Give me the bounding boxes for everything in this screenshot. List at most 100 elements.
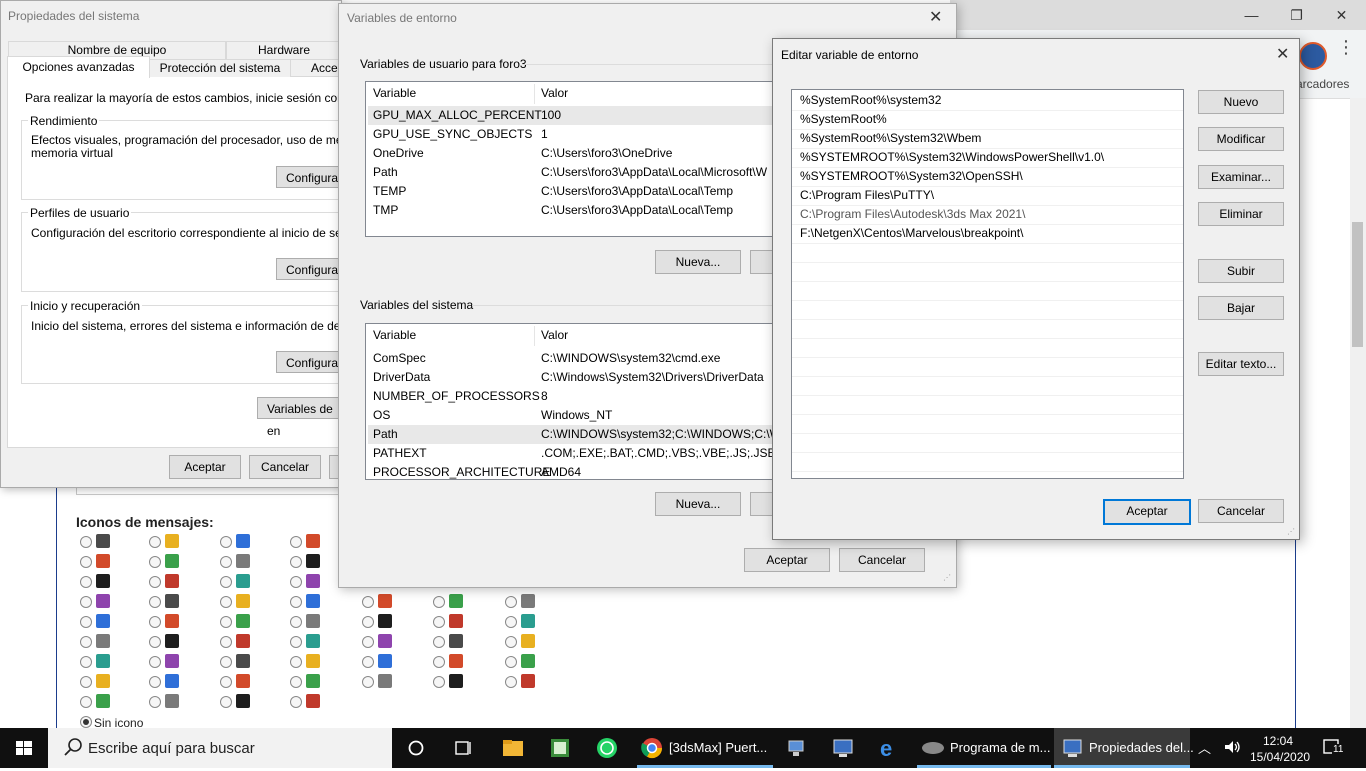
message-icon-radio[interactable] [290, 596, 302, 608]
column-separator[interactable] [534, 326, 535, 346]
message-icon-radio[interactable] [505, 676, 517, 688]
column-header-variable[interactable]: Variable [373, 82, 416, 104]
message-icon-radio[interactable] [149, 676, 161, 688]
user-vars-list[interactable]: Variable Valor GPU_MAX_ALLOC_PERCENT 100 G… [365, 81, 773, 237]
column-separator[interactable] [534, 84, 535, 104]
user-edit-button[interactable] [750, 250, 773, 274]
message-icon-radio[interactable] [433, 636, 445, 648]
message-icon-radio[interactable] [362, 616, 374, 628]
path-entry-row[interactable] [792, 452, 1183, 472]
minimize-icon[interactable]: — [1229, 0, 1274, 30]
message-icon-radio[interactable] [220, 616, 232, 628]
message-icon-radio[interactable] [290, 636, 302, 648]
path-entry-row[interactable]: %SYSTEMROOT%\System32\OpenSSH\ [792, 167, 1183, 187]
move-down-button[interactable]: Bajar [1198, 296, 1284, 320]
tab-hardware[interactable]: Hardware [226, 41, 342, 59]
variable-name-cell[interactable]: OneDrive [373, 144, 424, 163]
message-icon-radio[interactable] [80, 536, 92, 548]
path-entries-list[interactable]: %SystemRoot%\system32 %SystemRoot% %System… [791, 89, 1184, 479]
close-icon[interactable]: ✕ [929, 7, 942, 27]
column-header-value[interactable]: Valor [541, 324, 568, 346]
message-icon-radio[interactable] [220, 656, 232, 668]
taskbar-file-explorer[interactable] [498, 728, 528, 768]
system-cancel-button[interactable]: Cancelar [249, 455, 321, 479]
variable-value-cell[interactable]: 1 [541, 125, 548, 144]
env-cancel-button[interactable]: Cancelar [839, 548, 925, 572]
path-entry-row[interactable] [792, 357, 1183, 377]
tab-advanced-options[interactable]: Opciones avanzadas [7, 56, 150, 78]
edit-text-button[interactable]: Editar texto... [1198, 352, 1284, 376]
notifications-button[interactable]: 11 [1322, 738, 1346, 758]
restore-icon[interactable]: ❐ [1274, 0, 1319, 30]
message-icon-radio[interactable] [149, 636, 161, 648]
message-icon-radio[interactable] [290, 676, 302, 688]
variable-value-cell[interactable]: .COM;.EXE;.BAT;.CMD;.VBS;.VBE;.JS;.JSE;.… [541, 444, 773, 463]
new-path-button[interactable]: Nuevo [1198, 90, 1284, 114]
message-icon-radio[interactable] [220, 556, 232, 568]
variable-value-cell[interactable]: C:\Windows\System32\Drivers\DriverData [541, 368, 764, 387]
path-entry-row[interactable] [792, 319, 1183, 339]
variable-value-cell[interactable]: C:\Users\foro3\AppData\Local\Temp [541, 182, 733, 201]
taskbar-clock[interactable]: 12:04 15/04/2020 [1250, 733, 1310, 765]
tab-remote-access[interactable]: Acces [290, 59, 344, 76]
message-icon-radio[interactable] [290, 696, 302, 708]
radio-no-icon[interactable] [80, 716, 92, 728]
message-icon-radio[interactable] [80, 676, 92, 688]
variable-name-cell[interactable]: Path [373, 163, 398, 182]
variable-name-cell[interactable]: DriverData [373, 368, 430, 387]
variable-value-cell[interactable]: 100 [541, 106, 561, 125]
volume-icon[interactable] [1222, 737, 1242, 757]
profile-avatar[interactable] [1299, 42, 1327, 70]
variable-value-cell[interactable]: 8 [541, 387, 548, 406]
path-entry-row[interactable] [792, 281, 1183, 301]
variable-name-cell[interactable]: TMP [373, 201, 398, 220]
variable-name-cell[interactable]: TEMP [373, 182, 406, 201]
taskbar-network-app[interactable] [781, 728, 811, 768]
resize-grip-icon[interactable]: ⋰ [1287, 527, 1297, 537]
resize-grip-icon[interactable]: ⋰ [943, 573, 953, 583]
system-ok-button[interactable]: Aceptar [169, 455, 241, 479]
page-scrollbar[interactable] [1350, 98, 1366, 728]
edit-cancel-button[interactable]: Cancelar [1198, 499, 1284, 523]
variable-value-cell[interactable]: C:\Users\foro3\OneDrive [541, 144, 672, 163]
message-icon-radio[interactable] [220, 596, 232, 608]
task-view-button[interactable] [447, 728, 479, 768]
variable-name-cell[interactable]: PROCESSOR_ARCHITECTURE [373, 463, 550, 479]
path-entry-row[interactable] [792, 414, 1183, 434]
message-icon-radio[interactable] [505, 616, 517, 628]
message-icon-radio[interactable] [290, 536, 302, 548]
message-icon-radio[interactable] [362, 676, 374, 688]
taskbar-whatsapp[interactable] [592, 728, 622, 768]
path-entry-row[interactable]: %SystemRoot%\System32\Wbem [792, 129, 1183, 149]
message-icon-radio[interactable] [505, 636, 517, 648]
message-icon-radio[interactable] [362, 596, 374, 608]
message-icon-radio[interactable] [290, 576, 302, 588]
tab-system-protection[interactable]: Protección del sistema [149, 59, 291, 77]
browse-path-button[interactable]: Examinar... [1198, 165, 1284, 189]
message-icon-radio[interactable] [220, 696, 232, 708]
system-new-button[interactable]: Nueva... [655, 492, 741, 516]
user-new-button[interactable]: Nueva... [655, 250, 741, 274]
system-edit-button[interactable] [750, 492, 773, 516]
variable-value-cell[interactable]: C:\WINDOWS\system32\cmd.exe [541, 349, 720, 368]
edit-ok-button[interactable]: Aceptar [1103, 499, 1191, 525]
cortana-button[interactable] [400, 728, 432, 768]
message-icon-radio[interactable] [433, 616, 445, 628]
variable-name-cell[interactable]: GPU_MAX_ALLOC_PERCENT [373, 106, 542, 125]
message-icon-radio[interactable] [80, 576, 92, 588]
message-icon-radio[interactable] [220, 676, 232, 688]
performance-settings-button[interactable]: Configuraci [276, 166, 347, 188]
variable-name-cell[interactable]: Path [373, 425, 398, 444]
variable-value-cell[interactable]: AMD64 [541, 463, 581, 479]
message-icon-radio[interactable] [290, 616, 302, 628]
message-icon-radio[interactable] [433, 596, 445, 608]
message-icon-radio[interactable] [80, 616, 92, 628]
path-entry-row[interactable]: %SYSTEMROOT%\System32\WindowsPowerShell\… [792, 148, 1183, 168]
delete-path-button[interactable]: Eliminar [1198, 202, 1284, 226]
variable-value-cell[interactable]: C:\Users\foro3\AppData\Local\Temp [541, 201, 733, 220]
taskbar-edge[interactable]: e [873, 728, 903, 768]
path-entry-row[interactable] [792, 338, 1183, 358]
taskbar-system-app[interactable] [828, 728, 858, 768]
message-icon-radio[interactable] [80, 596, 92, 608]
path-entry-row[interactable]: %SystemRoot%\system32 [792, 91, 1183, 111]
